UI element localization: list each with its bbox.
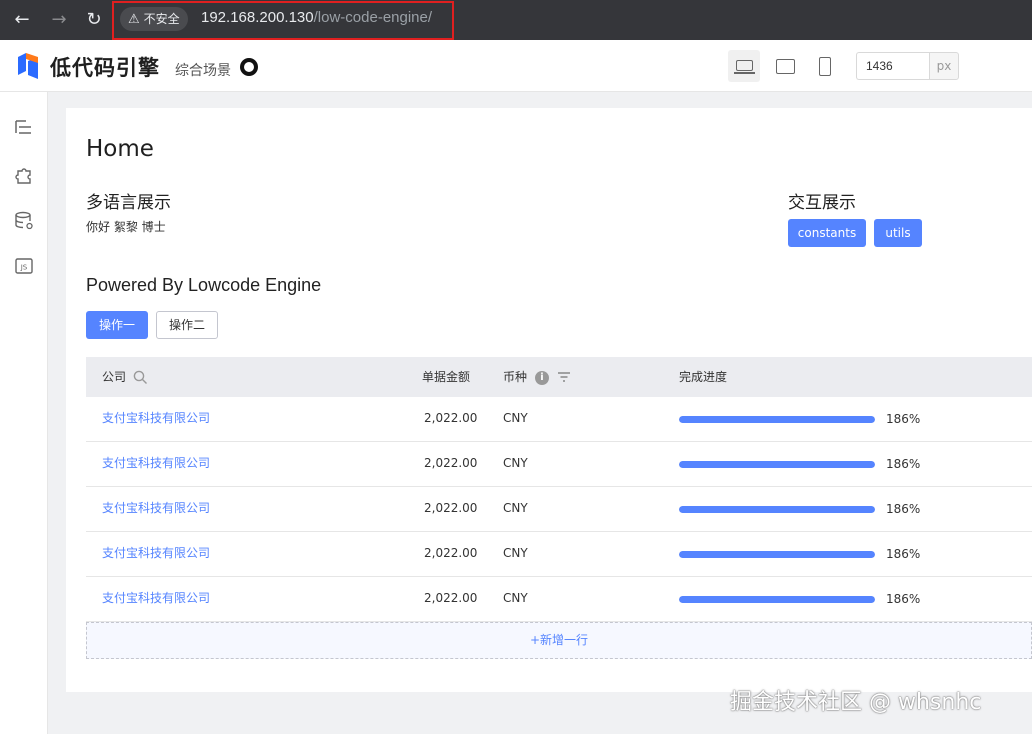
powered-heading: Powered By Lowcode Engine xyxy=(86,275,322,295)
i18n-heading: 多语言展示 xyxy=(86,193,171,213)
progress-bar xyxy=(679,596,875,603)
forward-icon[interactable]: → xyxy=(47,8,71,32)
table-row: 支付宝科技有限公司 2,022.00 CNY 186% xyxy=(86,577,1032,622)
editor-topbar: 低代码引擎 综合场景 1436 px xyxy=(0,40,1032,92)
company-link[interactable]: 支付宝科技有限公司 xyxy=(102,487,210,529)
company-link[interactable]: 支付宝科技有限公司 xyxy=(102,442,210,484)
progress-fill xyxy=(679,461,875,468)
amount-cell: 2,022.00 xyxy=(424,591,478,605)
desktop-icon xyxy=(736,60,753,71)
constants-button[interactable]: constants xyxy=(788,219,866,247)
table-row: 支付宝科技有限公司 2,022.00 CNY 186% xyxy=(86,397,1032,442)
data-table: 公司 单据金额 币种 i 完成进度 支付宝科技有限公司 2,022.00 CNY 18… xyxy=(86,357,1032,659)
logo-text: 低代码引擎 xyxy=(50,56,160,80)
progress-fill xyxy=(679,596,875,603)
datasource-icon[interactable] xyxy=(14,211,34,231)
js-code-icon[interactable]: JS xyxy=(14,256,34,276)
phone-icon xyxy=(819,57,831,76)
amount-cell: 2,022.00 xyxy=(424,411,478,425)
tablet-icon xyxy=(776,59,795,74)
progress-bar xyxy=(679,551,875,558)
progress-fill xyxy=(679,506,875,513)
utils-button[interactable]: utils xyxy=(874,219,922,247)
back-icon[interactable]: ← xyxy=(10,8,34,32)
progress-label: 186% xyxy=(886,502,921,516)
greeting-text: 你好 絮黎 博士 xyxy=(86,220,166,234)
amount-cell: 2,022.00 xyxy=(424,501,478,515)
header-progress: 完成进度 xyxy=(679,370,728,384)
progress-fill xyxy=(679,416,875,423)
reload-icon[interactable]: ↻ xyxy=(82,8,106,32)
page-title: Home xyxy=(86,136,154,162)
progress-label: 186% xyxy=(886,457,921,471)
progress-label: 186% xyxy=(886,412,921,426)
browser-toolbar: ← → ↻ ⚠ 不安全 192.168.200.130/low-code-engi… xyxy=(0,0,1032,40)
desktop-device-button[interactable] xyxy=(728,50,760,82)
logo-icon xyxy=(18,53,38,79)
canvas-width-input[interactable]: 1436 xyxy=(856,52,930,80)
table-row: 支付宝科技有限公司 2,022.00 CNY 186% xyxy=(86,532,1032,577)
company-link[interactable]: 支付宝科技有限公司 xyxy=(102,577,210,619)
search-icon[interactable] xyxy=(133,370,148,385)
table-header: 公司 单据金额 币种 i 完成进度 xyxy=(86,357,1032,397)
progress-bar xyxy=(679,416,875,423)
watermark: 掘金技术社区 @ whsnhc xyxy=(730,690,982,715)
design-canvas[interactable]: Home 多语言展示 你好 絮黎 博士 交互展示 constants utils… xyxy=(66,108,1032,692)
operation-two-button[interactable]: 操作二 xyxy=(156,311,218,339)
phone-device-button[interactable] xyxy=(809,50,841,82)
progress-label: 186% xyxy=(886,592,921,606)
info-icon[interactable]: i xyxy=(535,371,549,385)
add-row-button[interactable]: +新增一行 xyxy=(86,622,1032,659)
amount-cell: 2,022.00 xyxy=(424,546,478,560)
header-company: 公司 xyxy=(102,370,127,384)
operation-one-button[interactable]: 操作一 xyxy=(86,311,148,339)
tablet-device-button[interactable] xyxy=(770,50,802,82)
table-row: 支付宝科技有限公司 2,022.00 CNY 186% xyxy=(86,487,1032,532)
header-amount: 单据金额 xyxy=(422,370,471,384)
filter-icon[interactable] xyxy=(557,371,571,383)
left-sidebar: JS xyxy=(0,92,48,734)
address-highlight-box xyxy=(112,1,454,40)
progress-label: 186% xyxy=(886,547,921,561)
currency-cell: CNY xyxy=(503,456,528,470)
table-row: 支付宝科技有限公司 2,022.00 CNY 186% xyxy=(86,442,1032,487)
currency-cell: CNY xyxy=(503,501,528,515)
currency-cell: CNY xyxy=(503,591,528,605)
width-unit: px xyxy=(929,52,959,80)
header-currency: 币种 xyxy=(503,370,528,384)
component-library-icon[interactable] xyxy=(14,165,34,185)
company-link[interactable]: 支付宝科技有限公司 xyxy=(102,532,210,574)
github-icon[interactable] xyxy=(240,58,258,76)
company-link[interactable]: 支付宝科技有限公司 xyxy=(102,397,210,439)
progress-bar xyxy=(679,506,875,513)
currency-cell: CNY xyxy=(503,411,528,425)
currency-cell: CNY xyxy=(503,546,528,560)
scene-label: 综合场景 xyxy=(175,63,231,79)
progress-bar xyxy=(679,461,875,468)
amount-cell: 2,022.00 xyxy=(424,456,478,470)
outline-tree-icon[interactable] xyxy=(14,118,34,138)
progress-fill xyxy=(679,551,875,558)
svg-text:JS: JS xyxy=(20,264,28,272)
interact-heading: 交互展示 xyxy=(788,193,856,213)
